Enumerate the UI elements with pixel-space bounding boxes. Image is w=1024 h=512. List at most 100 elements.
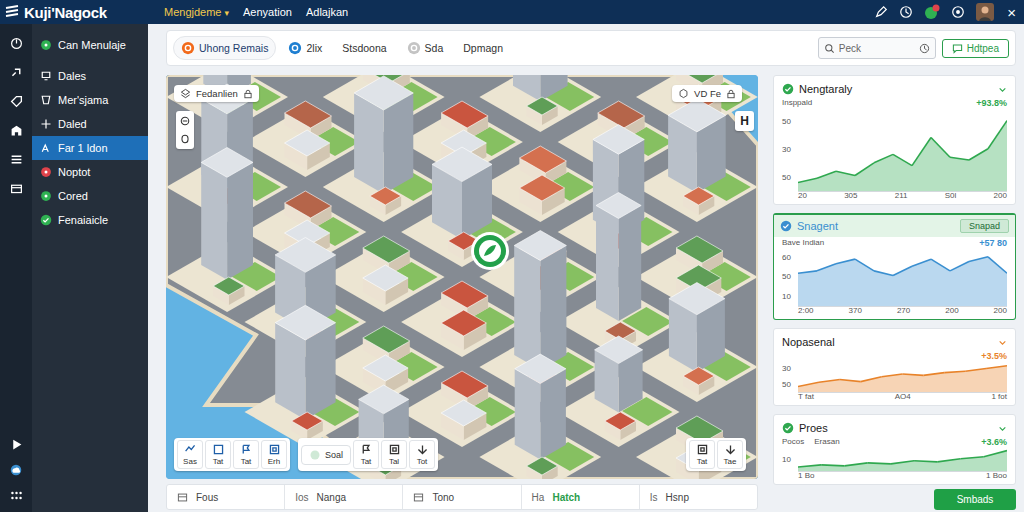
bottom-tab[interactable]: IsHsnp xyxy=(640,485,757,509)
top-bar: Kuji'Nagock Mengjdeme▾ Aenyation Adlajkan × xyxy=(0,0,1024,24)
sidebar-item[interactable]: Fenaiaicle xyxy=(32,208,148,232)
sidebar-label: Fenaiaicle xyxy=(58,214,108,226)
y-axis: 503050 xyxy=(782,108,798,191)
chart-segment xyxy=(969,257,988,262)
y-axis: 10 xyxy=(782,447,798,471)
cloud-icon[interactable] xyxy=(9,463,23,477)
view-tab[interactable]: Stsdoona xyxy=(334,37,394,59)
building xyxy=(370,187,401,215)
tag-icon[interactable] xyxy=(10,95,23,108)
sidebar-item[interactable]: Noptot xyxy=(32,160,148,184)
map-extra-button[interactable]: Tae xyxy=(717,440,743,469)
sidebar-label: Cored xyxy=(58,190,88,202)
pen-icon[interactable] xyxy=(874,5,888,19)
sidebar-item[interactable]: Can Menulaje xyxy=(32,32,148,58)
water xyxy=(166,75,758,479)
bottom-tab[interactable]: HaHatch xyxy=(522,485,640,509)
bottom-tab[interactable]: Fous xyxy=(167,485,285,509)
list-icon[interactable] xyxy=(10,153,23,166)
x-axis: T fatAO41 fot xyxy=(782,392,1007,402)
tab-label: Sda xyxy=(425,42,444,54)
chart-segment xyxy=(855,259,874,271)
chart-segment xyxy=(798,271,817,273)
chart-segment xyxy=(844,463,867,466)
city-map[interactable]: FedanlienVD FeHSasTatTatErhSoalTatTalTot… xyxy=(166,75,758,479)
card-subline: PocosErasan+3.6% xyxy=(782,436,1007,447)
bottom-tab[interactable]: Tono xyxy=(403,485,521,509)
card-action-button[interactable]: Snapad xyxy=(960,219,1009,233)
building xyxy=(595,336,643,413)
map-tool-button[interactable]: Erh xyxy=(261,440,287,469)
map-tool-button[interactable]: Tat xyxy=(233,440,259,469)
chart-area xyxy=(798,451,1007,471)
chevron-down-icon[interactable] xyxy=(998,338,1007,347)
bottom-tab[interactable]: IosNanga xyxy=(285,485,403,509)
search-field[interactable] xyxy=(818,37,936,59)
play-icon[interactable] xyxy=(10,438,23,451)
building xyxy=(526,457,557,479)
chart-segment xyxy=(868,463,891,464)
city-block xyxy=(323,76,445,222)
zoom-in-icon[interactable] xyxy=(179,115,191,127)
sidebar-item[interactable]: Cored xyxy=(32,184,148,208)
lock-icon xyxy=(243,89,253,99)
chart-segment xyxy=(931,137,950,157)
close-button[interactable]: × xyxy=(1005,5,1018,20)
tab-label: Uhong Remais xyxy=(199,42,268,54)
top-menu-item[interactable]: Mengjdeme▾ xyxy=(164,6,229,18)
clock-icon[interactable] xyxy=(899,5,913,19)
filter-button[interactable]: Tat xyxy=(353,440,379,469)
map-extra-button[interactable]: Tat xyxy=(689,440,715,469)
building xyxy=(201,148,253,280)
building xyxy=(515,354,566,459)
view-tab[interactable]: 2lix xyxy=(280,36,330,60)
location-pin[interactable] xyxy=(470,231,510,271)
y-axis: 605010 xyxy=(782,248,798,306)
power-icon[interactable] xyxy=(10,37,23,50)
city-block xyxy=(323,236,445,312)
chart-segment xyxy=(840,380,861,382)
avatar-icon[interactable] xyxy=(976,3,994,21)
change-value: +57 80 xyxy=(979,238,1007,248)
view-tab[interactable]: Uhong Remais xyxy=(173,36,276,60)
top-menu-item[interactable]: Adlajkan xyxy=(306,6,348,18)
leaf-pin-icon xyxy=(470,231,510,271)
help-icon[interactable] xyxy=(951,5,965,19)
view-tab[interactable]: Sda xyxy=(399,36,452,60)
chart-segment xyxy=(988,121,1007,149)
more-icon[interactable] xyxy=(10,489,23,502)
layer-badge[interactable]: Fedanlien xyxy=(174,85,259,102)
box-icon[interactable] xyxy=(10,182,23,195)
sidebar-item[interactable]: Daled xyxy=(32,112,148,136)
map-tool-button[interactable]: Tat xyxy=(205,440,231,469)
zoom-out-icon[interactable] xyxy=(179,133,191,145)
tab-label: 2lix xyxy=(306,42,322,54)
chart-segment xyxy=(819,380,840,383)
chevron-down-icon[interactable] xyxy=(998,85,1007,94)
map-canvas[interactable] xyxy=(166,75,758,479)
notification-icon[interactable] xyxy=(924,4,940,20)
sidebar-item[interactable]: Far 1 ldon xyxy=(32,136,148,160)
map-tool-button[interactable]: Sas xyxy=(177,440,203,469)
top-menu-item[interactable]: Aenyation xyxy=(243,6,292,18)
card-subline: Insppald+93.8% xyxy=(782,97,1007,108)
search-input[interactable] xyxy=(839,43,915,54)
filter-button[interactable]: Tal xyxy=(381,440,407,469)
sidebar-label: Far 1 ldon xyxy=(58,142,108,154)
building-icon[interactable] xyxy=(10,124,23,137)
city-block xyxy=(636,283,758,403)
filter-button[interactable]: Tot xyxy=(409,440,435,469)
header-action-button[interactable]: Hdtpea xyxy=(942,39,1009,58)
filter-pill[interactable]: Soal xyxy=(301,445,351,465)
view-pill[interactable]: VD Fe xyxy=(672,85,742,102)
submit-button[interactable]: Smbads xyxy=(934,489,1016,510)
view-tab[interactable]: Dpmagn xyxy=(455,37,511,59)
brand[interactable]: Kuji'Nagock xyxy=(4,4,154,21)
chevron-down-icon[interactable] xyxy=(998,424,1007,433)
chart-segment xyxy=(836,171,855,175)
compass-box[interactable]: H xyxy=(735,111,754,131)
sidebar-item[interactable]: Dales xyxy=(32,64,148,88)
link-icon[interactable] xyxy=(10,66,23,79)
sidebar-item[interactable]: Mer'sjama xyxy=(32,88,148,112)
tool-icon xyxy=(388,443,401,456)
